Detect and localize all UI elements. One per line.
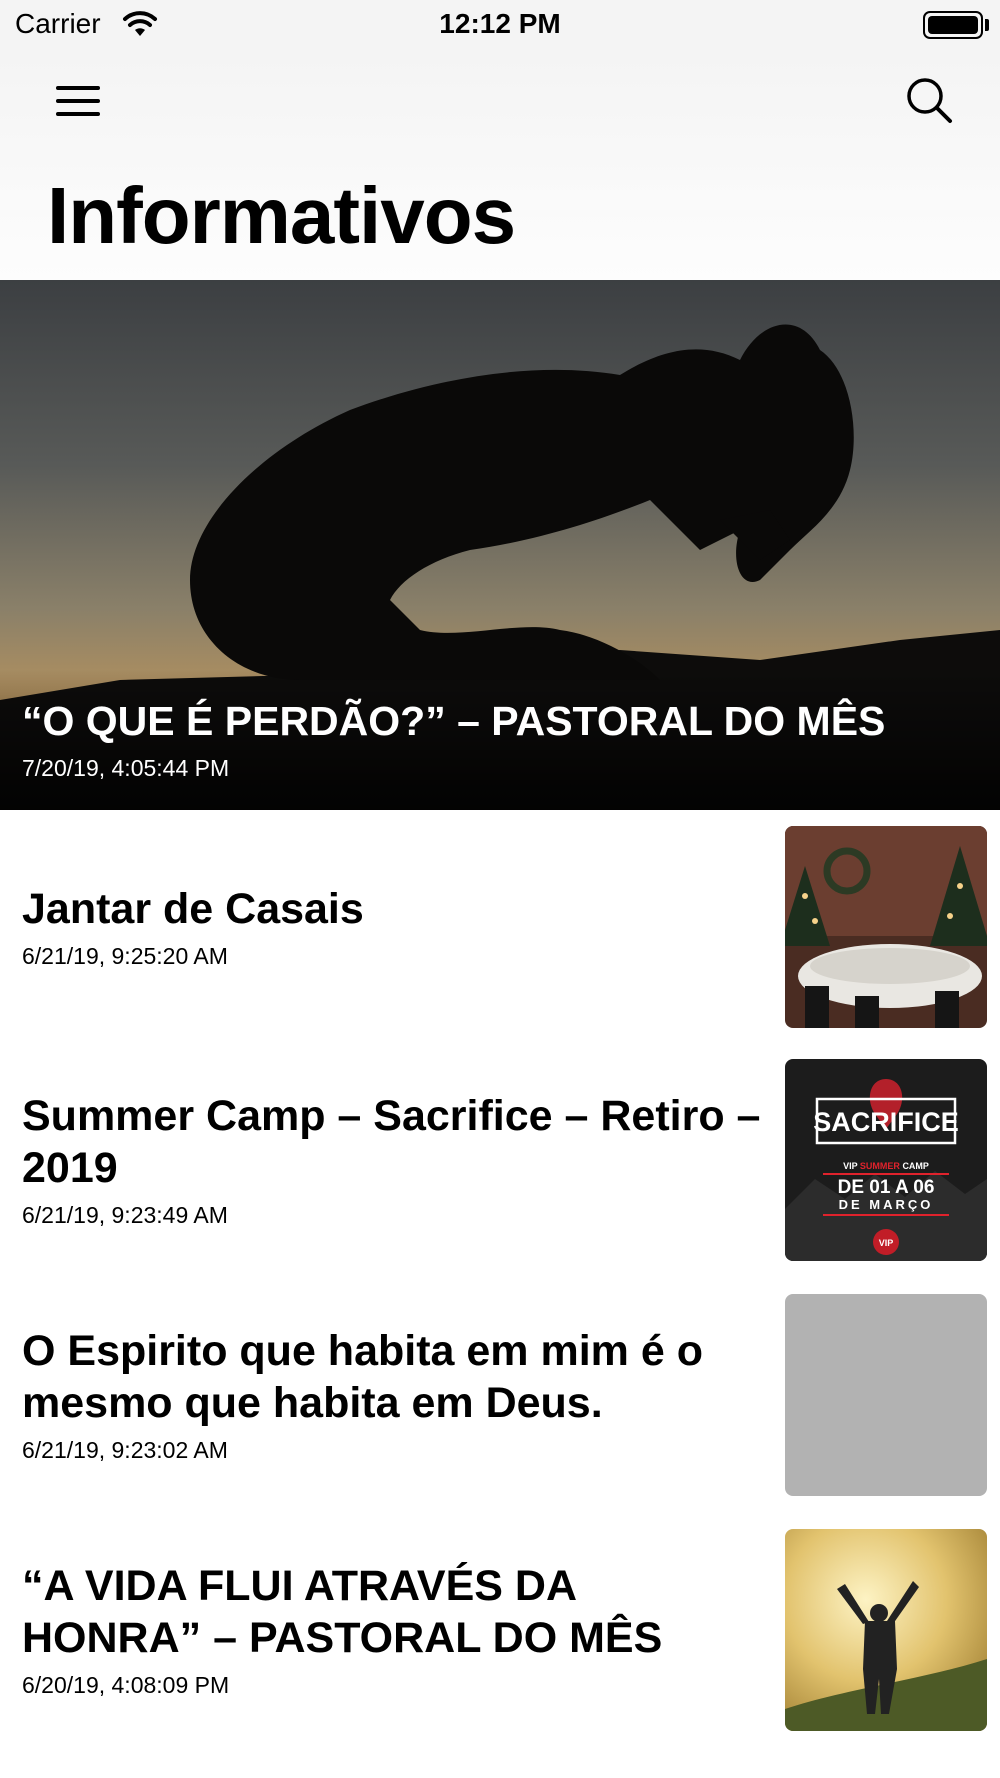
news-item-thumbnail xyxy=(785,1529,987,1731)
status-bar: Carrier 12:12 PM xyxy=(0,0,1000,50)
poster-heading: SACRIFICE xyxy=(813,1107,959,1137)
news-item-title: O Espirito que habita em mim é o mesmo q… xyxy=(22,1326,703,1427)
news-item-jantar-de-casais[interactable]: Jantar de Casais 6/21/19, 9:25:20 AM xyxy=(0,812,1000,1042)
news-item-text: O Espirito que habita em mim é o mesmo q… xyxy=(22,1280,762,1510)
news-item-thumbnail-placeholder xyxy=(785,1294,987,1496)
news-item-text: Summer Camp – Sacrifice – Retiro – 2019 … xyxy=(22,1045,762,1275)
poster-subtitle: VIP SUMMER CAMP xyxy=(843,1161,929,1171)
poster-badge: VIP xyxy=(879,1238,894,1248)
battery-nub xyxy=(985,19,989,31)
sacrifice-poster-image: SACRIFICE VIP SUMMER CAMP DE 01 A 06 DE … xyxy=(785,1059,987,1261)
news-item-date: 6/21/19, 9:23:02 AM xyxy=(22,1437,228,1464)
search-icon[interactable] xyxy=(904,75,954,125)
news-item-text: Jantar de Casais 6/21/19, 9:25:20 AM xyxy=(22,812,762,1042)
news-item-title: Jantar de Casais xyxy=(22,884,364,933)
clock: 12:12 PM xyxy=(439,8,561,39)
news-item-thumbnail xyxy=(785,826,987,1028)
poster-dates-line2: DE MARÇO xyxy=(839,1197,934,1212)
navigation-bar: Informativos xyxy=(0,50,1000,280)
news-item-date: 6/21/19, 9:25:20 AM xyxy=(22,943,228,970)
dinner-table-image xyxy=(785,826,987,1028)
hamburger-menu-icon[interactable] xyxy=(54,80,104,122)
man-raised-arms-image xyxy=(785,1529,987,1731)
poster-dates-line1: DE 01 A 06 xyxy=(838,1177,935,1198)
news-item-date: 6/21/19, 9:23:49 AM xyxy=(22,1202,228,1229)
news-item-thumbnail: SACRIFICE VIP SUMMER CAMP DE 01 A 06 DE … xyxy=(785,1059,987,1261)
news-item-title: Summer Camp – Sacrifice – Retiro – 2019 xyxy=(22,1091,761,1192)
news-item-text: “A VIDA FLUI ATRAVÉS DA HONRA” – PASTORA… xyxy=(22,1515,762,1745)
news-item-vida-flui[interactable]: “A VIDA FLUI ATRAVÉS DA HONRA” – PASTORA… xyxy=(0,1515,1000,1745)
featured-article-title: “O QUE É PERDÃO?” – PASTORAL DO MÊS xyxy=(22,698,886,744)
news-item-summer-camp[interactable]: Summer Camp – Sacrifice – Retiro – 2019 … xyxy=(0,1045,1000,1275)
news-item-title: “A VIDA FLUI ATRAVÉS DA HONRA” – PASTORA… xyxy=(22,1561,663,1662)
battery-icon xyxy=(923,11,983,39)
news-item-date: 6/20/19, 4:08:09 PM xyxy=(22,1672,230,1699)
featured-article-card[interactable]: “O QUE É PERDÃO?” – PASTORAL DO MÊS 7/20… xyxy=(0,280,1000,810)
page-title: Informativos xyxy=(47,171,516,260)
featured-article-date: 7/20/19, 4:05:44 PM xyxy=(22,755,230,781)
news-item-espirito[interactable]: O Espirito que habita em mim é o mesmo q… xyxy=(0,1280,1000,1510)
